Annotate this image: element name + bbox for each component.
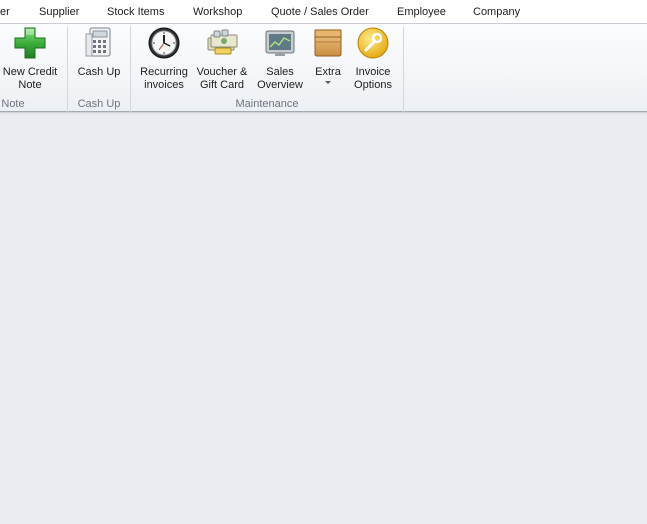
group-label-cash-up: Cash Up bbox=[77, 98, 121, 110]
group-label-note: Note bbox=[1, 98, 25, 110]
invoice-options-label: Invoice Options bbox=[354, 66, 392, 91]
voucher-icon bbox=[205, 26, 239, 60]
menu-tab-workshop[interactable]: Workshop bbox=[193, 6, 242, 18]
group-divider bbox=[67, 26, 68, 112]
ribbon: New Credit Note Note Cash Up Cash Up Rec… bbox=[0, 24, 647, 112]
new-credit-note-button[interactable]: New Credit Note bbox=[0, 26, 60, 96]
extra-label: Extra bbox=[315, 66, 341, 78]
menu-tab-company[interactable]: Company bbox=[473, 6, 520, 18]
group-divider bbox=[130, 26, 131, 112]
voucher-gift-card-label: Voucher & Gift Card bbox=[196, 66, 248, 91]
chevron-down-icon bbox=[325, 81, 331, 84]
menu-tab-employee[interactable]: Employee bbox=[397, 6, 446, 18]
recurring-invoices-button[interactable]: Recurring invoices bbox=[137, 26, 191, 96]
voucher-gift-card-button[interactable]: Voucher & Gift Card bbox=[195, 26, 249, 96]
wrench-icon bbox=[356, 26, 390, 60]
box-icon bbox=[311, 26, 345, 60]
menu-bar: er Supplier Stock Items Workshop Quote /… bbox=[0, 0, 647, 24]
workspace-area bbox=[0, 114, 647, 524]
recurring-invoices-label: Recurring invoices bbox=[140, 66, 188, 91]
menu-tab-stock-items[interactable]: Stock Items bbox=[107, 6, 164, 18]
clock-icon bbox=[147, 26, 181, 60]
invoice-options-button[interactable]: Invoice Options bbox=[349, 26, 397, 96]
calculator-icon bbox=[82, 26, 116, 60]
sales-overview-button[interactable]: Sales Overview bbox=[253, 26, 307, 96]
group-divider bbox=[403, 26, 404, 112]
menu-tab-customer[interactable]: er bbox=[0, 6, 10, 18]
new-credit-note-label: New Credit Note bbox=[2, 66, 58, 91]
sales-overview-label: Sales Overview bbox=[257, 66, 303, 91]
extra-dropdown-button[interactable]: Extra bbox=[309, 26, 347, 96]
menu-tab-supplier[interactable]: Supplier bbox=[39, 6, 79, 18]
group-label-maintenance: Maintenance bbox=[235, 98, 299, 110]
menu-tab-quote-sales-order[interactable]: Quote / Sales Order bbox=[271, 6, 369, 18]
monitor-chart-icon bbox=[263, 26, 297, 60]
cash-up-label: Cash Up bbox=[77, 66, 121, 78]
green-plus-icon bbox=[13, 26, 47, 60]
cash-up-button[interactable]: Cash Up bbox=[73, 26, 125, 96]
